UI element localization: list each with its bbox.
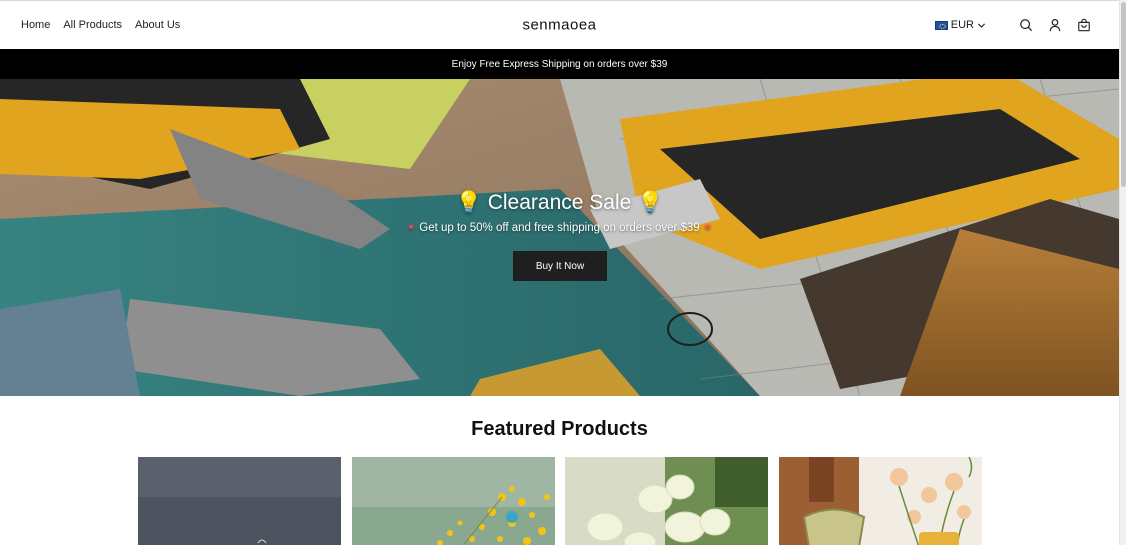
hero-subtitle: ✴ Get up to 50% off and free shipping on… [0,220,1119,234]
lightbulb-icon: 💡 [637,191,664,214]
cart-button[interactable] [1077,18,1091,32]
eu-flag-icon [934,20,948,30]
hero-banner: 💡 Clearance Sale 💡 ✴ Get up to 50% off a… [0,79,1119,396]
scrollbar-thumb[interactable] [1121,2,1126,187]
hero-title: 💡 Clearance Sale 💡 [0,191,1119,215]
product-image-yellow-flowers [352,457,555,545]
product-card[interactable] [352,457,555,545]
account-button[interactable] [1048,18,1062,32]
brand-logo[interactable]: senmaoea [522,17,596,34]
sparkle-icon: ✴ [406,222,417,234]
cart-icon [1078,18,1090,32]
main-nav: Home All Products About Us [0,19,180,31]
announcement-bar: Enjoy Free Express Shipping on orders ov… [0,49,1119,79]
search-icon [1020,19,1033,32]
page: Home All Products About Us senmaoea EUR [0,0,1126,545]
hero-content: 💡 Clearance Sale 💡 ✴ Get up to 50% off a… [0,79,1119,396]
product-image-flower-vase [779,457,982,545]
hero-subtitle-text: Get up to 50% off and free shipping on o… [419,222,700,234]
hero-title-text: Clearance Sale [487,191,632,214]
nav-all-products[interactable]: All Products [63,19,122,31]
header-tools: EUR [934,1,1091,49]
currency-code: EUR [950,19,974,31]
sparkle-icon: ✴ [702,222,713,234]
product-card[interactable] [779,457,982,545]
featured-products-title: Featured Products [471,418,648,440]
lightbulb-icon: 💡 [455,191,482,214]
product-card[interactable] [565,457,768,545]
chevron-down-icon [977,22,986,28]
product-image-white-roses [565,457,768,545]
product-card[interactable] [138,457,341,545]
search-button[interactable] [1019,18,1033,32]
nav-about-us[interactable]: About Us [135,19,180,31]
nav-home[interactable]: Home [21,19,50,31]
product-image-dark [138,457,341,545]
currency-selector[interactable]: EUR [934,19,986,31]
buy-it-now-button[interactable]: Buy It Now [513,251,607,281]
account-icon [1049,18,1061,32]
announcement-text: Enjoy Free Express Shipping on orders ov… [451,58,668,70]
site-header: Home All Products About Us senmaoea EUR [0,0,1119,49]
page-content: Home All Products About Us senmaoea EUR [0,0,1119,545]
page-scrollbar[interactable] [1119,0,1126,545]
